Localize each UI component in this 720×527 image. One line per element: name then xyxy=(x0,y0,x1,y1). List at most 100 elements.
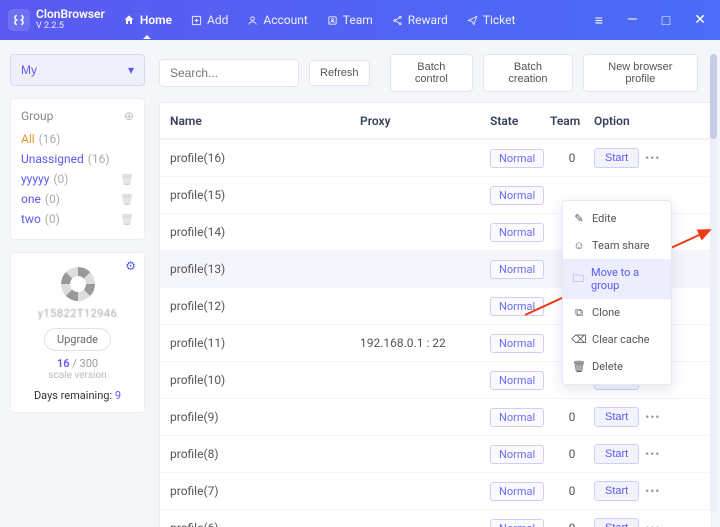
cell-team: 0 xyxy=(550,484,594,498)
cell-option: Start ••• xyxy=(594,481,674,501)
my-label: My xyxy=(21,63,37,77)
add-group-button[interactable]: ⊕ xyxy=(124,109,134,123)
cell-proxy: 192.168.0.1 : 22 xyxy=(360,336,490,350)
nav-team-label: Team xyxy=(343,13,373,27)
state-badge: Normal xyxy=(490,297,544,316)
nav-reward[interactable]: Reward xyxy=(391,1,448,39)
state-badge: Normal xyxy=(490,445,544,464)
more-button[interactable]: ••• xyxy=(645,410,660,424)
table-row[interactable]: profile(8)Normal0Start••• xyxy=(160,435,711,472)
group-item[interactable]: one(0)🗑 xyxy=(21,189,134,209)
nav-home[interactable]: Home xyxy=(123,1,172,39)
days-value: 9 xyxy=(115,389,121,402)
cell-name: profile(6) xyxy=(170,521,360,527)
maximize-button[interactable]: □ xyxy=(656,10,676,31)
table-row[interactable]: profile(6)Normal0Start••• xyxy=(160,509,711,527)
group-name: two xyxy=(21,212,41,226)
close-button[interactable]: ✕ xyxy=(688,10,712,30)
col-team: Team xyxy=(550,114,594,128)
table-row[interactable]: profile(16)Normal0Start••• xyxy=(160,139,711,176)
minimize-button[interactable]: — xyxy=(621,10,644,30)
folder-icon: 🗀 xyxy=(573,273,584,285)
cell-option: Start ••• xyxy=(594,148,674,168)
refresh-button[interactable]: Refresh xyxy=(309,60,370,86)
cell-name: profile(8) xyxy=(170,447,360,461)
upgrade-button[interactable]: Upgrade xyxy=(44,328,111,351)
col-option: Option xyxy=(594,114,674,128)
state-badge: Normal xyxy=(490,186,544,205)
avatar xyxy=(61,267,95,301)
nav-team[interactable]: Team xyxy=(326,1,373,39)
cell-name: profile(11) xyxy=(170,336,360,350)
search-input[interactable] xyxy=(159,59,299,87)
group-item[interactable]: Unassigned (16) xyxy=(21,149,134,169)
nav-home-label: Home xyxy=(140,13,172,27)
team-share-icon: ☺ xyxy=(573,240,585,252)
quota-current: 16 xyxy=(57,357,70,370)
menu-clear-cache[interactable]: ⌫Clear cache xyxy=(563,326,671,353)
content: Refresh Batch control Batch creation New… xyxy=(155,40,720,527)
group-count: (16) xyxy=(88,152,110,166)
group-count: (16) xyxy=(39,132,61,146)
nav-ticket[interactable]: Ticket xyxy=(466,1,516,39)
clear-icon: ⌫ xyxy=(573,334,585,346)
more-button[interactable]: ••• xyxy=(645,521,660,527)
state-badge: Normal xyxy=(490,519,544,527)
menu-button[interactable]: ≡ xyxy=(589,10,609,31)
state-badge: Normal xyxy=(490,334,544,353)
trash-icon[interactable]: 🗑 xyxy=(120,213,134,226)
menu-move-to-group[interactable]: 🗀Move to a group xyxy=(563,259,671,299)
menu-delete[interactable]: 🗑Delete xyxy=(563,353,671,380)
user-icon xyxy=(246,14,259,27)
gear-icon[interactable]: ⚙ xyxy=(125,259,136,273)
group-item[interactable]: All(16) xyxy=(21,129,134,149)
batch-creation-button[interactable]: Batch creation xyxy=(483,54,573,92)
batch-control-button[interactable]: Batch control xyxy=(390,54,474,92)
menu-clone[interactable]: ⧉Clone xyxy=(563,299,671,326)
quota: 16 / 300 xyxy=(21,357,134,370)
trash-icon[interactable]: 🗑 xyxy=(120,193,134,206)
nav-account[interactable]: Account xyxy=(246,1,307,39)
group-item[interactable]: yyyyy(0)🗑 xyxy=(21,169,134,189)
cell-name: profile(13) xyxy=(170,262,360,276)
group-name: one xyxy=(21,192,41,206)
cell-option: Start ••• xyxy=(594,407,674,427)
group-name: Unassigned xyxy=(21,152,84,166)
start-button[interactable]: Start xyxy=(594,481,639,501)
my-dropdown[interactable]: My ▾ xyxy=(10,54,145,86)
cell-name: profile(16) xyxy=(170,151,360,165)
app-name: ClonBrowser xyxy=(36,8,105,21)
scrollbar[interactable] xyxy=(710,54,717,513)
table-row[interactable]: profile(9)Normal0Start••• xyxy=(160,398,711,435)
more-button[interactable]: ••• xyxy=(645,151,660,165)
trash-icon[interactable]: 🗑 xyxy=(120,173,134,186)
top-nav: Home Add Account Team Reward Ticket xyxy=(123,1,516,39)
table-row[interactable]: profile(7) Normal 0Start ••• xyxy=(160,472,711,509)
group-count: (0) xyxy=(45,212,60,226)
scrollbar-thumb[interactable] xyxy=(710,54,717,139)
cell-name: profile(7) xyxy=(170,484,360,498)
brand: ClonBrowser V 2.2.5 xyxy=(36,8,105,31)
menu-edite[interactable]: ✎Edite xyxy=(563,205,671,232)
home-icon xyxy=(123,14,136,27)
start-button[interactable]: Start xyxy=(594,518,639,527)
start-button[interactable]: Start xyxy=(594,407,639,427)
edit-icon: ✎ xyxy=(573,213,585,225)
copy-icon: ⧉ xyxy=(573,307,585,319)
start-button[interactable]: Start xyxy=(594,444,639,464)
more-button[interactable]: ••• xyxy=(645,447,660,461)
new-profile-button[interactable]: New browser profile xyxy=(583,54,698,92)
group-item[interactable]: two (0) 🗑 xyxy=(21,209,134,229)
plus-icon xyxy=(190,14,203,27)
cell-team: 0 xyxy=(550,151,594,165)
col-state: State xyxy=(490,114,550,128)
start-button[interactable]: Start xyxy=(594,148,639,168)
menu-team-share[interactable]: ☺Team share xyxy=(563,232,671,259)
state-badge: Normal xyxy=(490,482,544,501)
nav-add[interactable]: Add xyxy=(190,1,228,39)
more-button[interactable]: ••• xyxy=(645,484,660,498)
username: y15822T12946 xyxy=(21,307,134,320)
nav-account-label: Account xyxy=(263,13,307,27)
share-icon xyxy=(391,14,404,27)
group-count: (0) xyxy=(53,172,68,186)
